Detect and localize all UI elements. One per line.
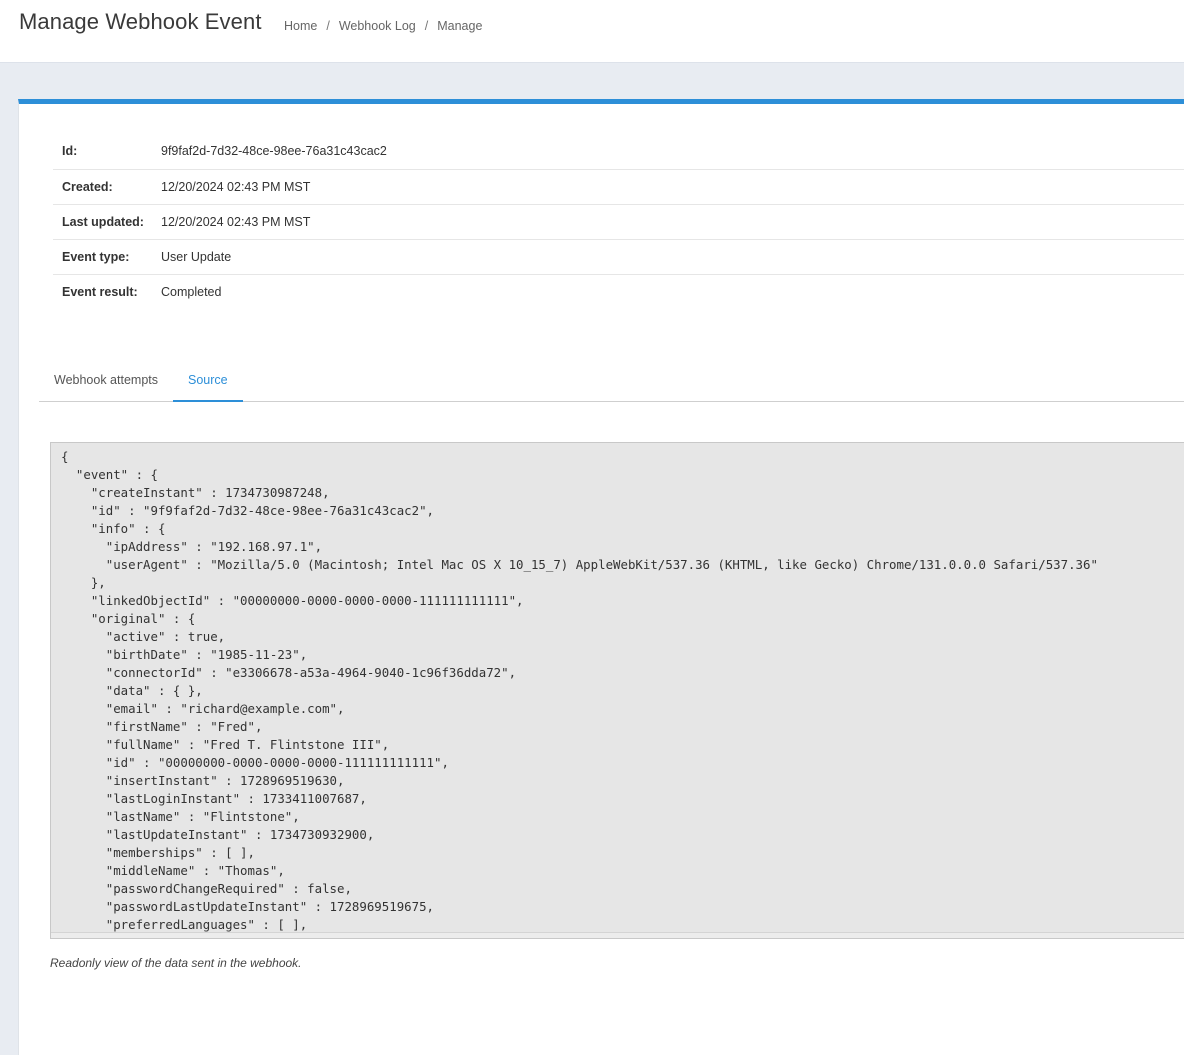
breadcrumb: Home / Webhook Log / Manage <box>284 19 482 33</box>
source-line: "insertInstant" : 1728969519630, <box>105 773 345 788</box>
source-line: "userAgent" : "Mozilla/5.0 (Macintosh; I… <box>105 557 1098 572</box>
top-bar: Manage Webhook Event Home / Webhook Log … <box>0 0 1184 63</box>
page-title: Manage Webhook Event <box>19 9 262 34</box>
source-line: "id" : "9f9faf2d-7d32-48ce-98ee-76a31c43… <box>90 503 434 518</box>
source-line: "lastLoginInstant" : 1733411007687, <box>105 791 367 806</box>
source-line: "lastUpdateInstant" : 1734730932900, <box>105 827 375 842</box>
tab-bar: Webhook attempts Source <box>39 361 1184 402</box>
id-label: Id: <box>62 144 78 159</box>
created-label: Created: <box>62 179 113 194</box>
source-line: "id" : "00000000-0000-0000-0000-11111111… <box>105 755 449 770</box>
event-result-label: Event result: <box>62 284 138 299</box>
source-line: "data" : { }, <box>105 683 203 698</box>
source-line: "active" : true, <box>105 629 226 644</box>
tab-webhook-attempts[interactable]: Webhook attempts <box>39 361 173 400</box>
source-help-text: Readonly view of the data sent in the we… <box>50 956 302 970</box>
source-line: "email" : "richard@example.com", <box>105 701 345 716</box>
source-line: "event" : { <box>75 467 158 482</box>
source-line: "passwordChangeRequired" : false, <box>105 881 352 896</box>
source-line: "firstName" : "Fred", <box>105 719 263 734</box>
breadcrumb-separator: / <box>424 19 429 33</box>
source-line: "memberships" : [ ], <box>105 845 255 860</box>
event-details-table: Id: 9f9faf2d-7d32-48ce-98ee-76a31c43cac2… <box>53 134 1184 309</box>
breadcrumb-webhook-log-link[interactable]: Webhook Log <box>339 19 416 33</box>
source-line: "birthDate" : "1985-11-23", <box>105 647 308 662</box>
id-value: 9f9faf2d-7d32-48ce-98ee-76a31c43cac2 <box>161 144 387 159</box>
source-code-viewer[interactable]: { "event" : { "createInstant" : 17347309… <box>50 442 1184 939</box>
source-line: "info" : { <box>90 521 166 536</box>
source-line: "original" : { <box>90 611 196 626</box>
event-type-label: Event type: <box>62 249 130 264</box>
event-type-value: User Update <box>161 249 232 264</box>
detail-row-id: Id: 9f9faf2d-7d32-48ce-98ee-76a31c43cac2 <box>53 134 1184 169</box>
tab-source[interactable]: Source <box>173 361 243 402</box>
detail-row-last-updated: Last updated: 12/20/2024 02:43 PM MST <box>53 204 1184 239</box>
source-line: "connectorId" : "e3306678-a53a-4964-9040… <box>105 665 517 680</box>
detail-row-created: Created: 12/20/2024 02:43 PM MST <box>53 169 1184 204</box>
event-result-value: Completed <box>161 284 222 299</box>
source-line: "createInstant" : 1734730987248, <box>90 485 330 500</box>
source-line: }, <box>90 575 106 590</box>
source-json-text: { "event" : { "createInstant" : 17347309… <box>51 443 1184 938</box>
last-updated-value: 12/20/2024 02:43 PM MST <box>161 214 311 229</box>
horizontal-scrollbar[interactable] <box>51 932 1184 938</box>
source-line: "ipAddress" : "192.168.97.1", <box>105 539 323 554</box>
breadcrumb-separator: / <box>326 19 330 33</box>
webhook-event-panel: Id: 9f9faf2d-7d32-48ce-98ee-76a31c43cac2… <box>18 99 1184 1055</box>
last-updated-label: Last updated: <box>62 214 144 229</box>
source-line: "preferredLanguages" : [ ], <box>61 917 308 932</box>
source-line: "fullName" : "Fred T. Flintstone III", <box>105 737 390 752</box>
detail-row-event-type: Event type: User Update <box>53 239 1184 274</box>
source-line: "linkedObjectId" : "00000000-0000-0000-0… <box>90 593 524 608</box>
detail-row-event-result: Event result: Completed <box>53 274 1184 309</box>
source-line: { <box>61 449 69 464</box>
source-line: "passwordLastUpdateInstant" : 1728969519… <box>105 899 434 914</box>
breadcrumb-home-link[interactable]: Home <box>284 19 317 33</box>
source-line: "lastName" : "Flintstone", <box>105 809 300 824</box>
breadcrumb-manage-link[interactable]: Manage <box>437 19 482 33</box>
source-line: "middleName" : "Thomas", <box>105 863 285 878</box>
created-value: 12/20/2024 02:43 PM MST <box>161 179 311 194</box>
